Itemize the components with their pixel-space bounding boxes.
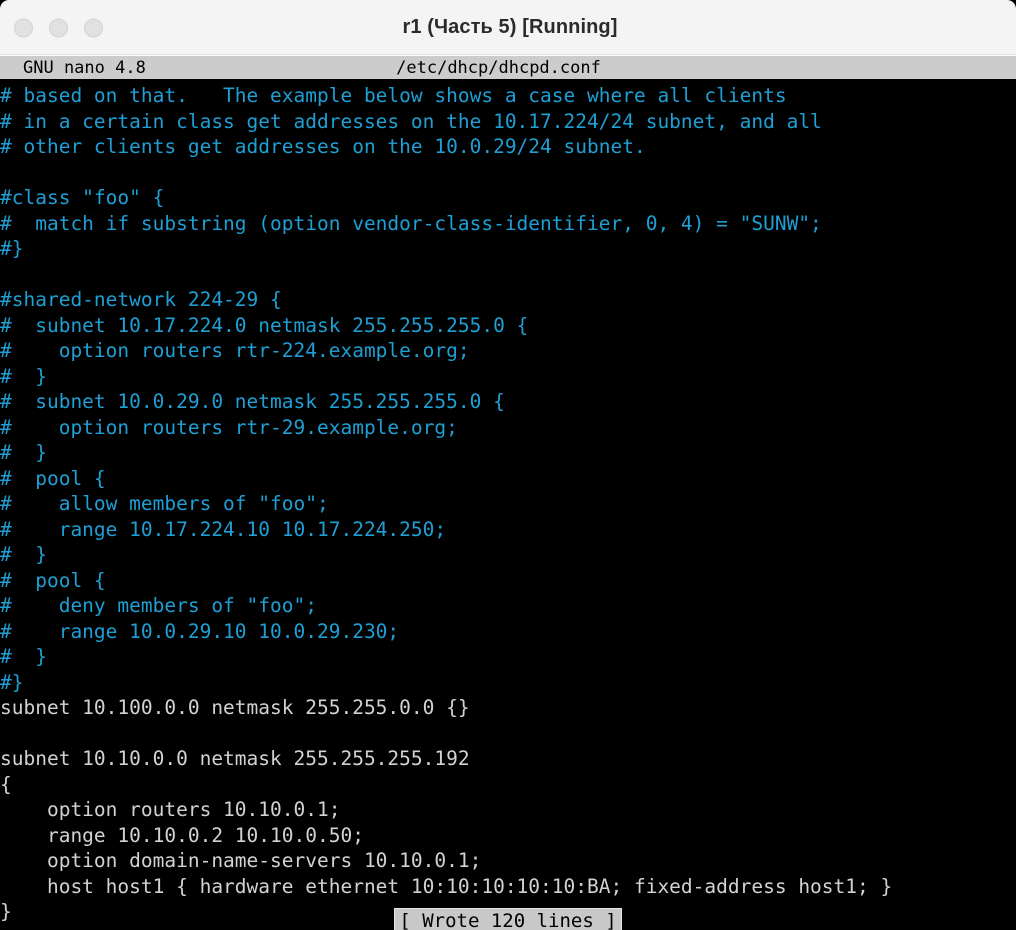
editor-line: option routers 10.10.0.1;	[0, 798, 341, 821]
editor-line: # other clients get addresses on the 10.…	[0, 135, 646, 158]
editor-line: }	[0, 900, 12, 923]
editor-line: # deny members of "foo";	[0, 594, 317, 617]
editor-line: # based on that. The example below shows…	[0, 84, 787, 107]
virtualbox-window: r1 (Часть 5) [Running] GNU nano 4.8 /etc…	[0, 0, 1016, 930]
editor-line: # }	[0, 441, 47, 464]
editor-line: # option routers rtr-224.example.org;	[0, 339, 470, 362]
editor-line: # range 10.17.224.10 10.17.224.250;	[0, 517, 447, 541]
editor-line: # range 10.0.29.10 10.0.29.230;	[0, 619, 400, 643]
editor-line: # subnet 10.0.29.0 netmask 255.255.255.0…	[0, 390, 505, 413]
editor-line: # subnet 10.17.224.0 netmask 255.255.255…	[0, 313, 529, 337]
window-controls	[14, 18, 103, 37]
editor-line: range 10.10.0.2 10.10.0.50;	[0, 823, 364, 847]
editor-line: subnet 10.100.0.0 netmask 255.255.0.0 {}	[0, 696, 470, 719]
editor-line: # pool {	[0, 466, 106, 490]
editor-line: # }	[0, 645, 47, 668]
editor-text-area[interactable]: # based on that. The example below shows…	[0, 79, 1016, 930]
editor-line: # }	[0, 364, 47, 388]
editor-line: # in a certain class get addresses on th…	[0, 109, 822, 133]
editor-line: option domain-name-servers 10.10.0.1;	[0, 849, 482, 872]
editor-line: # allow members of "foo";	[0, 492, 329, 515]
close-button[interactable]	[14, 18, 33, 37]
editor-line: # }	[0, 543, 47, 566]
editor-line: # option routers rtr-29.example.org;	[0, 415, 458, 439]
editor-line: host host1 { hardware ethernet 10:10:10:…	[0, 874, 893, 898]
maximize-button[interactable]	[84, 18, 103, 37]
editor-line: #shared-network 224-29 {	[0, 288, 282, 311]
minimize-button[interactable]	[49, 18, 68, 37]
editor-line: #class "foo" {	[0, 186, 165, 209]
editor-line: #}	[0, 237, 24, 260]
window-titlebar: r1 (Часть 5) [Running]	[0, 0, 1016, 55]
window-title: r1 (Часть 5) [Running]	[402, 16, 618, 38]
editor-line: #}	[0, 670, 24, 694]
nano-header-bar: GNU nano 4.8 /etc/dhcp/dhcpd.conf	[0, 55, 1016, 79]
editor-line: subnet 10.10.0.0 netmask 255.255.255.192	[0, 747, 470, 770]
editor-line: # pool {	[0, 568, 106, 592]
nano-filename-label: /etc/dhcp/dhcpd.conf	[396, 58, 601, 78]
editor-line: # match if substring (option vendor-clas…	[0, 211, 822, 235]
editor-line: {	[0, 772, 12, 796]
